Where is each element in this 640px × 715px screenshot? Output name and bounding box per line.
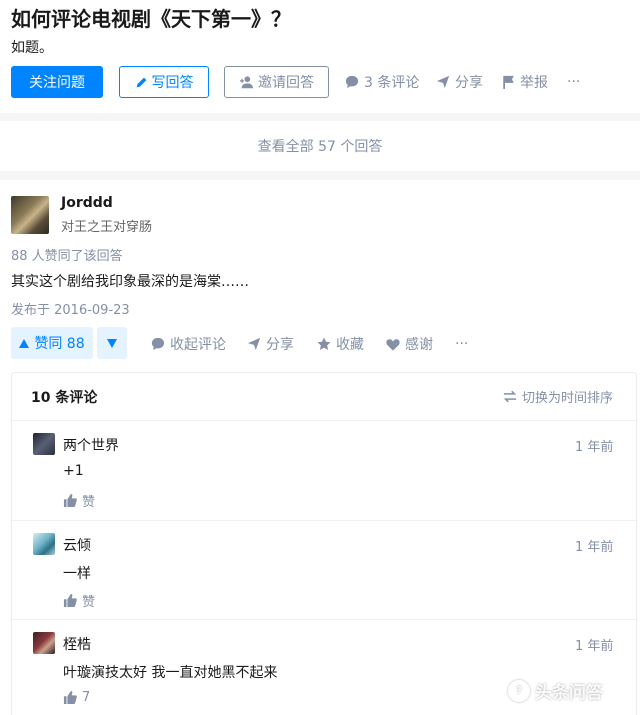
comments-count: 10 条评论 (31, 390, 98, 406)
add-user-icon (240, 75, 253, 88)
publish-date[interactable]: 发布于 2016-09-23 (11, 299, 130, 318)
switch-icon (503, 390, 517, 403)
flag-icon (503, 75, 514, 89)
comment-avatar[interactable] (33, 433, 55, 455)
answer-content: 其实这个剧给我印象最深的是海棠…… (11, 274, 249, 290)
sort-toggle-label: 切换为时间排序 (522, 391, 614, 406)
downvote-button[interactable] (97, 327, 127, 359)
comment-like-button[interactable]: 赞 (63, 591, 95, 610)
comment-text: 一样 (63, 566, 91, 582)
triangle-up-icon (19, 338, 30, 348)
triangle-down-icon (107, 338, 117, 348)
question-title[interactable]: 如何评论电视剧《天下第一》？ (11, 3, 291, 32)
author-avatar[interactable] (11, 196, 49, 234)
comment-author[interactable]: 桎梏 (63, 634, 91, 654)
report-button[interactable]: 举报 (502, 72, 548, 92)
comment-like-count: 7 (82, 690, 91, 705)
report-label: 举报 (520, 75, 548, 91)
favorite-button[interactable]: 收藏 (317, 335, 364, 353)
divider (12, 420, 636, 421)
comment-time: 1 年前 (575, 639, 614, 654)
comment-like-button[interactable]: 7 (63, 690, 90, 705)
thumbs-up-icon (63, 691, 77, 704)
question-description: 如题。 (11, 40, 53, 56)
comment-time: 1 年前 (575, 440, 614, 455)
view-all-answers-link[interactable]: 查看全部 57 个回答 (0, 121, 640, 171)
upvote-button[interactable]: 赞同 88 (11, 327, 93, 359)
invite-answer-button[interactable]: 邀请回答 (224, 66, 329, 98)
vote-summary: 88 人赞同了该回答 (11, 249, 123, 264)
author-bio: 对王之王对穿肠 (61, 220, 153, 235)
watermark: ? 头条问答 (508, 678, 603, 703)
follow-question-button[interactable]: 关注问题 (11, 66, 103, 98)
question-more-button[interactable]: ··· (567, 72, 580, 92)
comment-icon (345, 75, 359, 89)
divider (12, 619, 636, 620)
write-answer-label: 写回答 (151, 75, 194, 91)
collapse-comments-label: 收起评论 (170, 337, 226, 353)
thanks-label: 感谢 (405, 337, 433, 353)
comment-avatar[interactable] (33, 533, 55, 555)
collapse-comments-button[interactable]: 收起评论 (151, 335, 226, 353)
comment-text: +1 (63, 463, 84, 479)
author-name[interactable]: Jorddd (61, 195, 113, 211)
watermark-text: 头条问答 (535, 683, 603, 703)
question-comments-button[interactable]: 3 条评论 (345, 72, 419, 92)
comment-text: 叶璇演技太好 我一直对她黑不起来 (63, 665, 278, 681)
heart-icon (386, 338, 400, 351)
star-icon (317, 337, 331, 350)
question-comments-label: 3 条评论 (364, 75, 420, 91)
answer-more-button[interactable]: ··· (455, 335, 468, 353)
comment-author[interactable]: 云倾 (63, 535, 91, 555)
answer-share-button[interactable]: 分享 (247, 335, 294, 353)
comment-like-button[interactable]: 赞 (63, 491, 95, 510)
pencil-icon (136, 77, 146, 87)
thumbs-up-icon (63, 594, 77, 607)
invite-answer-label: 邀请回答 (258, 75, 314, 91)
comment-icon (151, 337, 165, 351)
sort-toggle-button[interactable]: 切换为时间排序 (503, 387, 613, 406)
divider (12, 520, 636, 521)
comment-like-label: 赞 (82, 495, 96, 510)
watermark-logo-icon: ? (508, 679, 530, 702)
question-share-button[interactable]: 分享 (436, 72, 483, 92)
thanks-button[interactable]: 感谢 (386, 335, 433, 353)
comment-like-label: 赞 (82, 595, 96, 610)
thumbs-up-icon (63, 494, 77, 507)
question-share-label: 分享 (455, 75, 483, 91)
share-icon (247, 337, 261, 351)
write-answer-button[interactable]: 写回答 (119, 66, 209, 98)
comment-author[interactable]: 两个世界 (63, 435, 119, 455)
upvote-label: 赞同 88 (34, 336, 85, 352)
share-icon (436, 75, 450, 89)
comment-avatar[interactable] (33, 632, 55, 654)
answer-share-label: 分享 (266, 337, 294, 353)
comment-time: 1 年前 (575, 540, 614, 555)
favorite-label: 收藏 (336, 337, 364, 353)
